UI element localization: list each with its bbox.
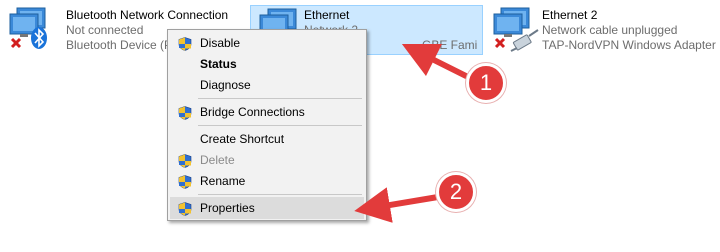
callout-badge-2: 2: [436, 172, 476, 212]
network-connections-window: Bluetooth Network Connection Not connect…: [0, 0, 720, 252]
callout-badge-1: 1: [466, 63, 506, 103]
annotation-arrows: [354, 43, 473, 223]
annotation-arrow-1: [401, 43, 473, 81]
annotation-arrow-2: [354, 187, 441, 223]
